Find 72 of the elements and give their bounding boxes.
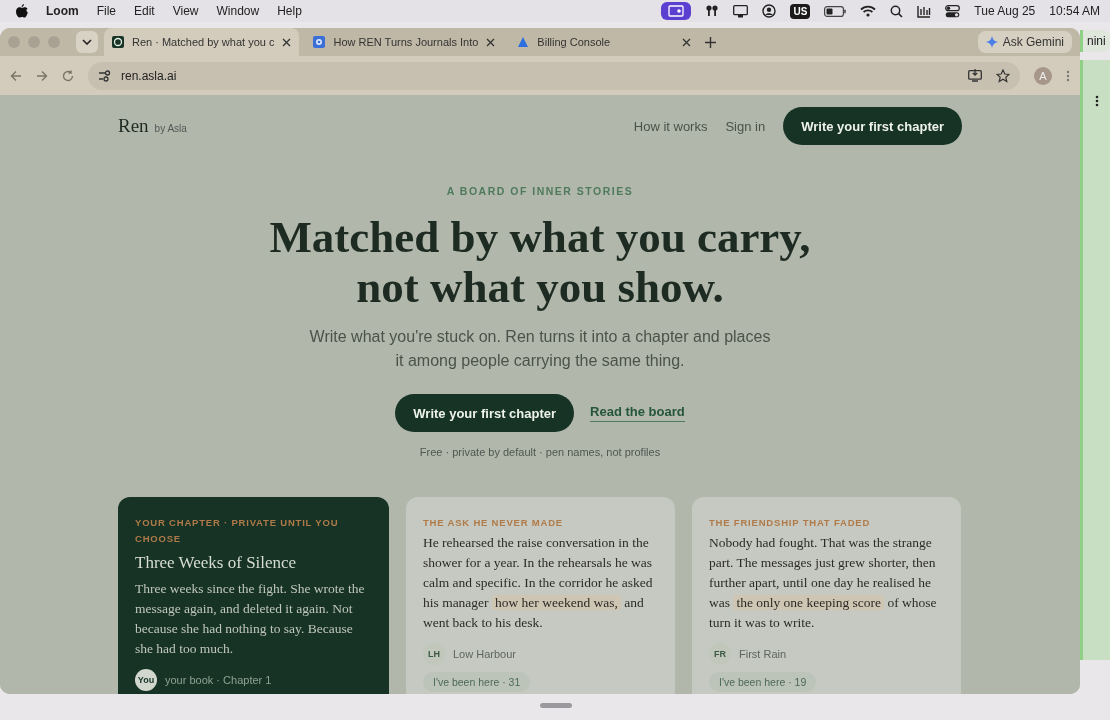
more-icon[interactable] — [1094, 95, 1099, 107]
ring-icon — [112, 36, 124, 48]
drag-handle[interactable] — [540, 703, 572, 708]
browser-tab[interactable]: Billing Console — [509, 28, 700, 56]
user-icon[interactable] — [762, 4, 777, 18]
author-name: Low Harbour — [453, 648, 516, 660]
browser-tab[interactable]: Ren · Matched by what you c — [104, 28, 300, 56]
reload-icon[interactable] — [62, 69, 74, 82]
close-icon[interactable] — [682, 37, 692, 47]
keyboard-layout[interactable]: US — [790, 3, 811, 19]
menu-item[interactable]: Help — [277, 4, 302, 18]
card-label: YOUR CHAPTER · PRIVATE UNTIL YOU CHOOSE — [135, 516, 340, 546]
menu-item[interactable]: Window — [216, 4, 260, 18]
cta-button[interactable]: Write your first chapter — [783, 107, 962, 145]
nav-link[interactable]: Sign in — [725, 118, 766, 134]
monitor-icon[interactable] — [733, 4, 749, 18]
install-app-icon[interactable] — [968, 69, 982, 82]
menu-item[interactable]: File — [96, 4, 116, 18]
wifi-icon[interactable] — [860, 5, 877, 17]
author-avatar: FR — [709, 643, 731, 665]
read-link[interactable]: Read the board — [590, 404, 685, 422]
forward-icon[interactable] — [36, 69, 48, 82]
brand-logo[interactable]: Ren — [118, 115, 149, 137]
fine-print: Free · private by default · pen names, not profiles — [419, 445, 661, 460]
earbuds-icon[interactable] — [705, 4, 720, 18]
author-avatar: LH — [423, 643, 445, 665]
search-icon[interactable] — [890, 4, 904, 18]
sparkle-icon — [985, 36, 998, 48]
gear-icon — [313, 36, 326, 48]
bookmark-star-icon[interactable] — [996, 68, 1010, 83]
story-card[interactable] — [406, 497, 675, 694]
eyebrow: A BOARD OF INNER STORIES — [446, 184, 634, 198]
back-icon[interactable] — [10, 69, 22, 82]
menu-item[interactable]: Edit — [134, 4, 155, 18]
card-text: Three weeks since the fight. She wrote the message again, and deleted it again. Not because she had nothing to say. Because she had too much. — [135, 580, 366, 658]
story-card[interactable] — [692, 497, 961, 694]
card-label: THE FRIENDSHIP THAT FADED — [709, 516, 872, 530]
menubar-time[interactable]: 10:54 AM — [1049, 4, 1100, 18]
new-tab-icon[interactable] — [705, 36, 717, 48]
address-bar[interactable]: ren.asla.ai — [88, 61, 1020, 90]
assistant-button[interactable]: Ask Gemini — [977, 31, 1072, 53]
author-name: First Rain — [739, 648, 787, 660]
battery-icon[interactable] — [824, 5, 847, 17]
apple-icon[interactable] — [16, 4, 28, 18]
card-text: Nobody had fought. That was the strange part. The messages just grew shorter, then further apart, until one day he realised he was the only one keeping score of whose turn it was to write. — [709, 534, 938, 632]
background-window-tab[interactable]: nini — [1080, 30, 1110, 52]
close-icon[interactable] — [282, 37, 292, 47]
browser-tab[interactable]: How REN Turns Journals Into — [305, 28, 504, 56]
close-icon[interactable] — [486, 37, 496, 47]
screen-recorder-icon[interactable] — [661, 2, 692, 20]
nav-link[interactable]: How it works — [633, 118, 708, 134]
brand-tagline: by Asla — [154, 122, 187, 134]
story-card[interactable] — [118, 497, 389, 694]
reaction-chip[interactable]: I've been here · 19 — [709, 672, 817, 692]
menubar-date[interactable]: Tue Aug 25 — [974, 4, 1036, 18]
lead-paragraph: Write what you're stuck on. Ren turns it into a chapter and places it among people carrying the same thing. — [309, 327, 771, 371]
author-name: your book · Chapter 1 — [165, 674, 272, 686]
caret-icon — [82, 39, 92, 45]
control-center-icon[interactable] — [945, 4, 961, 18]
card-label: THE ASK HE NEVER MADE — [423, 516, 564, 530]
card-title: Three Weeks of Silence — [135, 553, 298, 573]
author-avatar: You — [135, 669, 157, 691]
headline: Matched by what you carry, not what you show. — [269, 212, 811, 312]
reaction-chip[interactable]: I've been here · 31 — [423, 672, 531, 692]
site-settings-icon[interactable] — [98, 69, 111, 82]
triangle-icon — [517, 36, 530, 48]
audio-levels-icon[interactable] — [917, 4, 932, 18]
card-text: He rehearsed the raise conversation in the shower for a year. In the rehearsals he was calm and specific. In the corridor he asked his manager how her weekend was, and went back to his desk. — [423, 534, 654, 632]
menu-item[interactable]: View — [172, 4, 199, 18]
primary-button[interactable]: Write your first chapter — [395, 394, 575, 432]
app-menu[interactable]: Loom — [46, 4, 79, 18]
tab-search-button[interactable] — [76, 31, 98, 53]
